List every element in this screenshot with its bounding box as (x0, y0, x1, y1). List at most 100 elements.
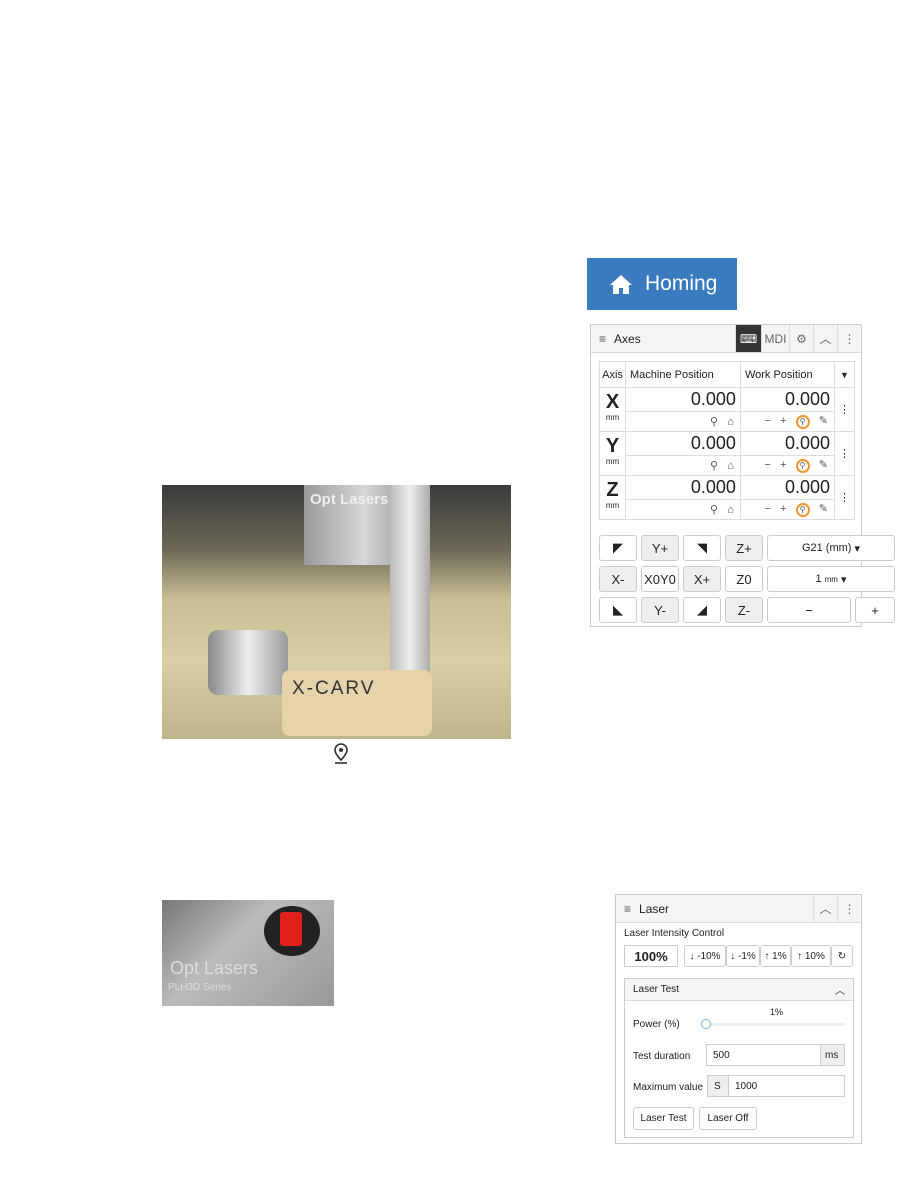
plus-button[interactable]: + (780, 503, 786, 515)
chevron-up-icon[interactable]: ︿ (813, 325, 837, 352)
home-icon[interactable]: ⌂ (727, 504, 734, 516)
chevron-up-icon[interactable]: ︿ (835, 982, 845, 997)
axes-panel: ≡ Axes ⌨ MDI ⚙ ︿ ⋮ Axis Machine Position… (590, 324, 895, 627)
tab-mdi[interactable]: MDI (761, 325, 789, 352)
col-axis: Axis (599, 361, 626, 388)
jog-z-minus-button[interactable]: Z- (725, 597, 763, 623)
homing-button[interactable]: Homing (587, 258, 737, 310)
duration-unit: ms (820, 1044, 845, 1066)
axis-z: Zmm (599, 475, 626, 520)
duration-label: Test duration (633, 1051, 691, 1062)
step-decrease-button[interactable]: − (767, 597, 851, 623)
axis-x: Xmm (599, 387, 626, 432)
minus-button[interactable]: − (764, 459, 770, 471)
laser-test-section: Laser Test ︿ Power (%) 1% Test duration 5… (624, 978, 854, 1138)
machine-actions-y: ⚲ ⌂ (625, 455, 741, 476)
intensity-value: 100% (624, 945, 678, 967)
pin-icon[interactable]: ⚲ (710, 460, 718, 472)
keyboard-icon[interactable]: ⌨ (735, 325, 761, 352)
more-icon[interactable]: ⋮ (834, 475, 855, 520)
step-select[interactable]: 1 mm ▾ (767, 566, 895, 592)
laser-header: ≡ Laser ︿ ⋮ (616, 895, 861, 923)
caret-down-icon[interactable]: ▼ (834, 361, 855, 388)
laser-test-button[interactable]: Laser Test (633, 1107, 694, 1130)
more-icon[interactable]: ⋮ (834, 387, 855, 432)
jog-up-right-button[interactable]: ◥ (683, 535, 721, 561)
edit-icon[interactable]: ✎ (819, 459, 828, 471)
pin-icon[interactable]: ⚲ (710, 504, 718, 516)
aluminum-part (208, 630, 288, 695)
plus-button[interactable]: + (780, 459, 786, 471)
work-actions-y: − + ⚲ ✎ (739, 455, 836, 476)
pin-icon[interactable]: ⚲ (710, 416, 718, 428)
max-prefix: S (707, 1075, 729, 1097)
machine-actions-x: ⚲ ⌂ (625, 411, 741, 432)
axes-table: Axis Machine Position Work Position ▼ Xm… (599, 361, 855, 520)
intensity-label: Laser Intensity Control (624, 928, 725, 939)
power-value: 1% (770, 1007, 784, 1017)
power-slider[interactable] (701, 1019, 845, 1029)
more-icon[interactable]: ⋮ (837, 895, 861, 922)
work-pos-y: 0.000 (739, 431, 836, 456)
plus-button[interactable]: + (780, 415, 786, 427)
jog-y-plus-button[interactable]: Y+ (641, 535, 679, 561)
jog-y-minus-button[interactable]: Y- (641, 597, 679, 623)
map-pin-icon (334, 743, 348, 764)
laser-switch-photo: Opt Lasers PLH3D Series (162, 900, 334, 1006)
max-input[interactable]: 1000 (728, 1075, 845, 1097)
set-zero-pin-icon[interactable]: ⚲ (795, 503, 810, 517)
minus-button[interactable]: − (764, 503, 770, 515)
jog-x-plus-button[interactable]: X+ (683, 566, 721, 592)
home-icon[interactable]: ⌂ (727, 416, 734, 428)
machine-pos-y: 0.000 (625, 431, 741, 456)
brand-text: Opt Lasers (310, 491, 389, 508)
step-increase-button[interactable]: + (855, 597, 895, 623)
jog-up-left-button[interactable]: ◤ (599, 535, 637, 561)
increase-10-button[interactable]: ↑ 10% (791, 945, 831, 967)
home-icon[interactable]: ⌂ (727, 460, 734, 472)
go-z0-button[interactable]: Z0 (725, 566, 763, 592)
work-pos-z: 0.000 (739, 475, 836, 500)
jog-x-minus-button[interactable]: X- (599, 566, 637, 592)
duration-input[interactable]: 500 (706, 1044, 821, 1066)
menu-icon[interactable]: ≡ (591, 332, 606, 346)
edit-icon[interactable]: ✎ (819, 503, 828, 515)
chevron-up-icon[interactable]: ︿ (813, 895, 837, 922)
max-label: Maximum value (633, 1082, 704, 1093)
decrease-1-button[interactable]: ↓ -1% (726, 945, 760, 967)
laser-off-button[interactable]: Laser Off (699, 1107, 757, 1130)
jog-down-left-button[interactable]: ◣ (599, 597, 637, 623)
set-zero-pin-icon[interactable]: ⚲ (795, 459, 810, 473)
slider-handle[interactable] (701, 1019, 712, 1029)
machine-pos-z: 0.000 (625, 475, 741, 500)
axis-y: Ymm (599, 431, 626, 476)
reset-icon[interactable]: ↻ (831, 945, 853, 967)
gear-icon[interactable]: ⚙ (789, 325, 813, 352)
workpiece-text: X-CARV (292, 678, 376, 699)
col-machine: Machine Position (625, 361, 741, 388)
edit-icon[interactable]: ✎ (819, 415, 828, 427)
go-x0y0-button[interactable]: X0Y0 (641, 566, 679, 592)
set-zero-pin-icon[interactable]: ⚲ (795, 415, 810, 429)
increase-1-button[interactable]: ↑ 1% (760, 945, 791, 967)
panel-title: Laser (639, 901, 670, 916)
laser-panel: ≡ Laser ︿ ⋮ Laser Intensity Control 100%… (615, 894, 862, 1144)
minus-button[interactable]: − (764, 415, 770, 427)
units-select[interactable]: G21 (mm) ▾ (767, 535, 895, 561)
power-label: Power (%) (633, 1019, 680, 1030)
more-icon[interactable]: ⋮ (837, 325, 861, 352)
brand-text: Opt Lasers (170, 958, 259, 978)
decrease-10-button[interactable]: ↓ -10% (684, 945, 726, 967)
jog-z-plus-button[interactable]: Z+ (725, 535, 763, 561)
home-icon (610, 275, 632, 294)
work-pos-x: 0.000 (739, 387, 836, 412)
homing-label: Homing (645, 272, 718, 295)
jog-down-right-button[interactable]: ◢ (683, 597, 721, 623)
machine-actions-z: ⚲ ⌂ (625, 499, 741, 520)
menu-icon[interactable]: ≡ (616, 902, 631, 916)
machine-pos-x: 0.000 (625, 387, 741, 412)
intensity-adjust-group: ↓ -10% ↓ -1% ↑ 1% ↑ 10% ↻ (684, 945, 853, 967)
more-icon[interactable]: ⋮ (834, 431, 855, 476)
axes-header: ≡ Axes ⌨ MDI ⚙ ︿ ⋮ (591, 325, 861, 353)
power-switch (280, 912, 302, 946)
